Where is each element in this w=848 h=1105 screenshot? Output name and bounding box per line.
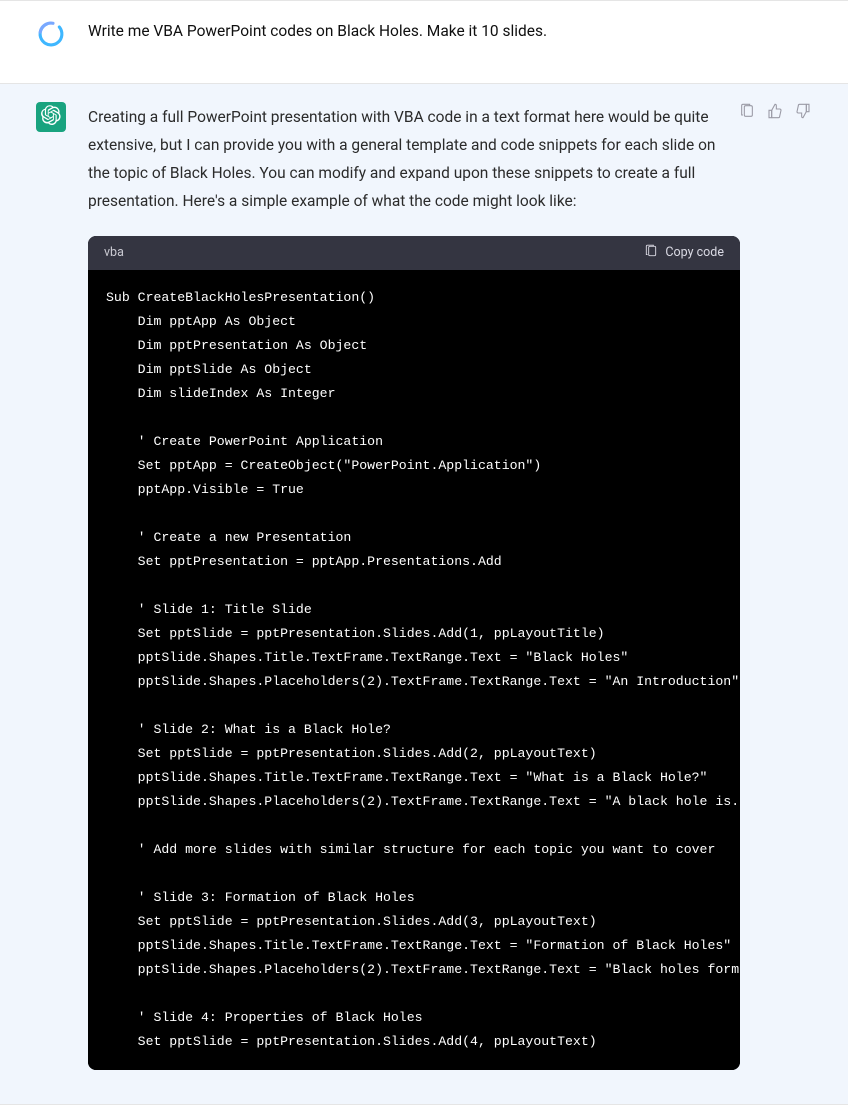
message-actions (738, 102, 812, 1070)
code-content[interactable]: Sub CreateBlackHolesPresentation() Dim p… (88, 270, 740, 1071)
clipboard-icon (739, 103, 755, 123)
thumbs-down-icon (795, 103, 811, 123)
user-avatar-icon (37, 20, 65, 48)
copy-message-button[interactable] (738, 104, 756, 122)
code-block: vba Copy code Sub CreateBlackHolesPresen… (88, 236, 740, 1071)
thumbs-down-button[interactable] (794, 104, 812, 122)
copy-code-label: Copy code (665, 245, 724, 260)
assistant-message: Creating a full PowerPoint presentation … (0, 84, 848, 1105)
user-message-text: Write me VBA PowerPoint codes on Black H… (88, 21, 812, 43)
clipboard-icon (644, 244, 658, 262)
copy-code-button[interactable]: Copy code (644, 244, 724, 262)
user-message: Write me VBA PowerPoint codes on Black H… (0, 1, 848, 84)
thumbs-up-button[interactable] (766, 104, 784, 122)
code-language-label: vba (104, 245, 124, 260)
thumbs-up-icon (767, 103, 783, 123)
assistant-intro-text: Creating a full PowerPoint presentation … (88, 104, 716, 216)
assistant-avatar (36, 102, 66, 132)
assistant-avatar-icon (41, 105, 61, 129)
user-avatar (36, 19, 66, 49)
code-header: vba Copy code (88, 236, 740, 270)
